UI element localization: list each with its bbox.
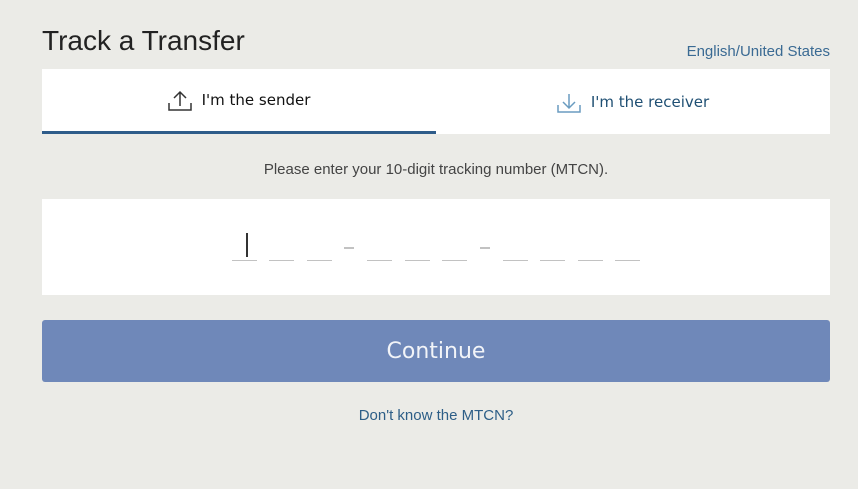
tab-receiver-label: I'm the receiver bbox=[590, 92, 710, 111]
mtcn-digit-9[interactable] bbox=[578, 260, 603, 261]
mtcn-digit-6[interactable] bbox=[442, 260, 467, 261]
mtcn-digit-5[interactable] bbox=[405, 260, 430, 261]
dont-know-mtcn-link[interactable]: Don't know the MTCN? bbox=[42, 407, 830, 424]
language-link[interactable]: English/United States bbox=[687, 43, 830, 60]
mtcn-instruction: Please enter your 10-digit tracking numb… bbox=[263, 161, 609, 178]
tab-receiver[interactable]: I'm the receiver bbox=[436, 69, 830, 134]
mtcn-digit-4[interactable] bbox=[367, 260, 392, 261]
tab-sender-label: I'm the sender bbox=[201, 91, 311, 109]
mtcn-separator bbox=[344, 247, 354, 249]
mtcn-digit-slots bbox=[42, 199, 830, 295]
mtcn-digit-3[interactable] bbox=[307, 260, 332, 261]
page-title: Track a Transfer bbox=[42, 25, 245, 56]
mtcn-digit-8[interactable] bbox=[540, 260, 565, 261]
download-icon bbox=[557, 92, 581, 114]
mtcn-separator bbox=[480, 247, 490, 249]
mtcn-digit-1[interactable] bbox=[232, 260, 257, 261]
mtcn-digit-7[interactable] bbox=[503, 260, 528, 261]
continue-button[interactable]: Continue bbox=[42, 320, 830, 382]
role-tabs: I'm the sender I'm the receiver bbox=[42, 69, 830, 134]
mtcn-input[interactable] bbox=[42, 199, 830, 295]
text-cursor bbox=[246, 233, 248, 257]
mtcn-digit-10[interactable] bbox=[615, 260, 640, 261]
mtcn-digit-2[interactable] bbox=[269, 260, 294, 261]
tab-sender[interactable]: I'm the sender bbox=[42, 69, 436, 134]
upload-icon bbox=[167, 90, 192, 112]
